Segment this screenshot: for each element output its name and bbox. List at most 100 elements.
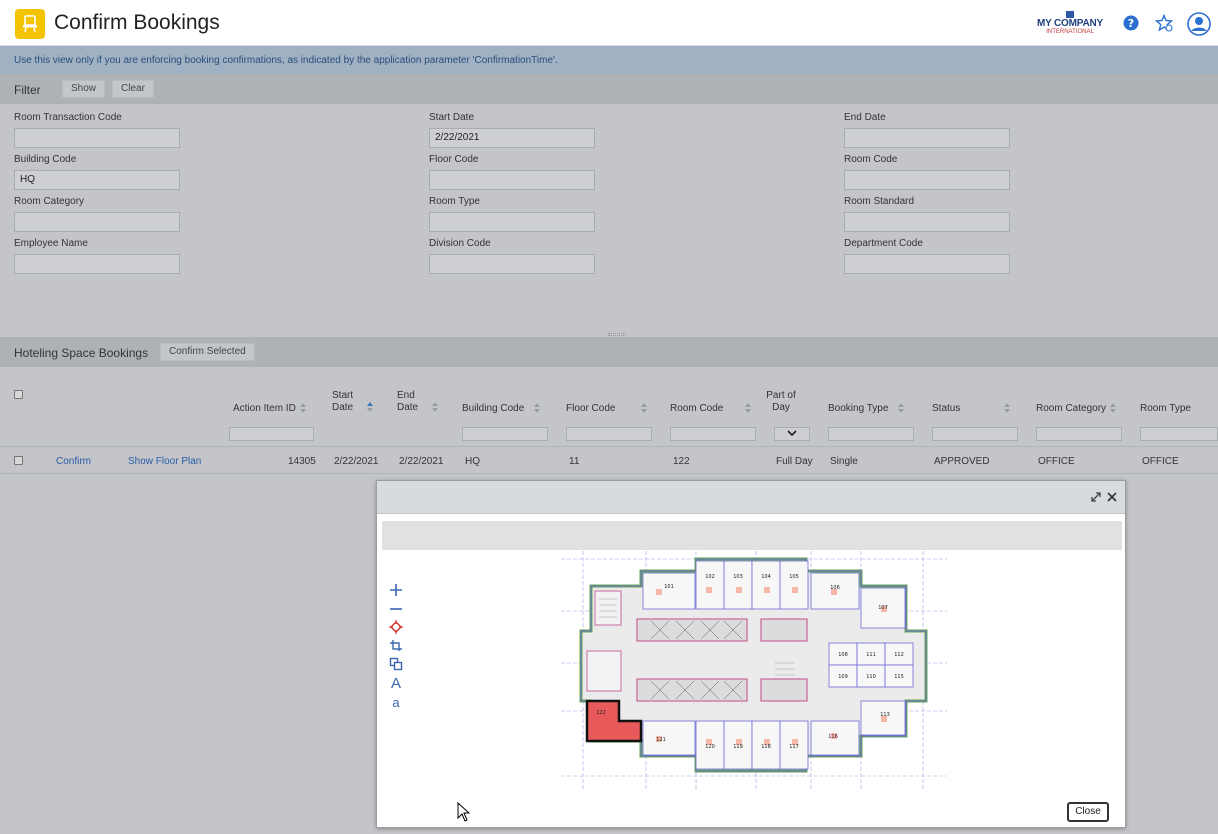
drawing-toolbar-bar bbox=[382, 521, 1122, 550]
booking-type-filter-input[interactable] bbox=[828, 427, 914, 441]
part-of-day-filter-select[interactable] bbox=[774, 427, 810, 441]
grid-title: Hoteling Space Bookings bbox=[14, 346, 149, 360]
dialog-title-bar[interactable] bbox=[377, 481, 1125, 514]
action-item-id-filter-input[interactable] bbox=[229, 427, 314, 441]
col-floor-code[interactable]: Floor Code bbox=[566, 403, 648, 415]
maximize-icon[interactable] bbox=[1090, 491, 1102, 503]
increase-font-icon[interactable]: A bbox=[389, 676, 403, 691]
field-room-category: Room Category bbox=[14, 196, 184, 232]
svg-text:108: 108 bbox=[838, 652, 848, 658]
svg-text:104: 104 bbox=[761, 574, 771, 580]
col-room-code[interactable]: Room Code bbox=[670, 403, 752, 415]
svg-text:107: 107 bbox=[878, 605, 888, 611]
cell-room-code: 122 bbox=[673, 456, 690, 467]
svg-text:115: 115 bbox=[894, 674, 904, 680]
cell-building-code: HQ bbox=[465, 456, 480, 467]
company-logo: MY COMPANY INTERNATIONAL bbox=[1034, 11, 1106, 37]
app-header: Confirm Bookings MY COMPANY INTERNATIONA… bbox=[0, 0, 1218, 46]
building-code-filter-input[interactable] bbox=[462, 427, 548, 441]
field-room-code: Room Code bbox=[844, 154, 1014, 190]
col-room-category[interactable]: Room Category bbox=[1036, 403, 1117, 415]
cell-status: APPROVED bbox=[934, 456, 990, 467]
room-code-input[interactable] bbox=[844, 170, 1010, 190]
decrease-font-icon[interactable]: a bbox=[389, 696, 403, 710]
col-start-date[interactable]: Start Date bbox=[332, 390, 374, 414]
end-date-input[interactable] bbox=[844, 128, 1010, 148]
start-date-input[interactable]: 2/22/2021 bbox=[429, 128, 595, 148]
svg-text:116: 116 bbox=[828, 734, 838, 740]
field-department-code: Department Code bbox=[844, 238, 1014, 274]
division-code-input[interactable] bbox=[429, 254, 595, 274]
field-employee-name: Employee Name bbox=[14, 238, 184, 274]
col-end-date[interactable]: End Date bbox=[397, 390, 439, 414]
clear-button[interactable]: Clear bbox=[112, 80, 154, 98]
department-code-input[interactable] bbox=[844, 254, 1010, 274]
floor-code-input[interactable] bbox=[429, 170, 595, 190]
zoom-extents-icon[interactable] bbox=[389, 620, 403, 634]
row-checkbox[interactable] bbox=[14, 456, 23, 465]
svg-text:110: 110 bbox=[866, 674, 876, 680]
window-zoom-icon[interactable] bbox=[389, 639, 403, 653]
zoom-out-icon[interactable] bbox=[389, 602, 403, 616]
sort-icon bbox=[1110, 403, 1117, 414]
user-avatar-icon[interactable] bbox=[1187, 12, 1211, 36]
status-filter-input[interactable] bbox=[932, 427, 1018, 441]
svg-text:103: 103 bbox=[733, 574, 743, 580]
col-booking-type[interactable]: Booking Type bbox=[828, 403, 905, 415]
field-floor-code: Floor Code bbox=[429, 154, 599, 190]
filter-panel-header: Filter Show Clear bbox=[0, 74, 1218, 104]
copy-layers-icon[interactable] bbox=[389, 657, 403, 671]
cell-end-date: 2/22/2021 bbox=[399, 456, 444, 467]
show-button[interactable]: Show bbox=[62, 80, 106, 98]
filter-panel: Room Transaction Code Start Date 2/22/20… bbox=[0, 104, 1218, 337]
room-code-filter-input[interactable] bbox=[670, 427, 756, 441]
field-room-transaction-code: Room Transaction Code bbox=[14, 112, 184, 148]
help-icon[interactable]: ? bbox=[1122, 14, 1140, 32]
building-code-input[interactable]: HQ bbox=[14, 170, 180, 190]
room-type-input[interactable] bbox=[429, 212, 595, 232]
svg-text:111: 111 bbox=[866, 652, 876, 658]
room-transaction-code-input[interactable] bbox=[14, 128, 180, 148]
grid-panel-header: Hoteling Space Bookings Confirm Selected bbox=[0, 337, 1218, 367]
favorite-star-icon[interactable] bbox=[1155, 14, 1173, 32]
confirm-selected-button[interactable]: Confirm Selected bbox=[160, 343, 255, 361]
field-end-date: End Date bbox=[844, 112, 1014, 148]
room-standard-input[interactable] bbox=[844, 212, 1010, 232]
col-part-of-day[interactable]: Part of Day bbox=[765, 390, 797, 414]
show-floor-plan-link[interactable]: Show Floor Plan bbox=[128, 456, 201, 467]
close-icon[interactable] bbox=[1106, 491, 1118, 503]
cell-booking-type: Single bbox=[830, 456, 858, 467]
chevron-down-icon bbox=[787, 430, 797, 437]
floor-plan-dialog: A a 101 102 103 104 105 106 107 108 109 … bbox=[376, 480, 1126, 828]
col-action-item-id[interactable]: Action Item ID bbox=[233, 403, 306, 415]
svg-text:120: 120 bbox=[705, 744, 715, 750]
col-building-code[interactable]: Building Code bbox=[462, 403, 541, 415]
svg-text:101: 101 bbox=[664, 584, 674, 590]
room-category-filter-input[interactable] bbox=[1036, 427, 1122, 441]
floor-plan-drawing[interactable]: 101 102 103 104 105 106 107 108 109 110 … bbox=[561, 551, 947, 791]
field-room-standard: Room Standard bbox=[844, 196, 1014, 232]
svg-text:?: ? bbox=[1128, 17, 1134, 30]
svg-text:105: 105 bbox=[789, 574, 799, 580]
col-status[interactable]: Status bbox=[932, 403, 1011, 415]
panel-splitter-handle[interactable] bbox=[608, 333, 626, 336]
col-room-type[interactable]: Room Type bbox=[1140, 403, 1191, 415]
mouse-cursor-icon bbox=[457, 802, 471, 822]
info-message: Use this view only if you are enforcing … bbox=[0, 46, 1218, 74]
select-all-checkbox[interactable] bbox=[14, 390, 23, 399]
field-division-code: Division Code bbox=[429, 238, 599, 274]
confirm-link[interactable]: Confirm bbox=[56, 456, 91, 467]
room-category-input[interactable] bbox=[14, 212, 180, 232]
sort-icon bbox=[641, 403, 648, 414]
room-type-filter-input[interactable] bbox=[1140, 427, 1218, 441]
field-building-code: Building Code HQ bbox=[14, 154, 184, 190]
close-button[interactable]: Close bbox=[1067, 802, 1109, 822]
svg-text:121: 121 bbox=[656, 737, 666, 743]
employee-name-input[interactable] bbox=[14, 254, 180, 274]
floor-code-filter-input[interactable] bbox=[566, 427, 652, 441]
cell-part-of-day: Full Day bbox=[776, 456, 813, 467]
zoom-in-icon[interactable] bbox=[389, 583, 403, 597]
svg-text:122: 122 bbox=[596, 710, 606, 716]
app-chair-icon bbox=[15, 9, 45, 39]
sort-icon bbox=[1004, 403, 1011, 414]
